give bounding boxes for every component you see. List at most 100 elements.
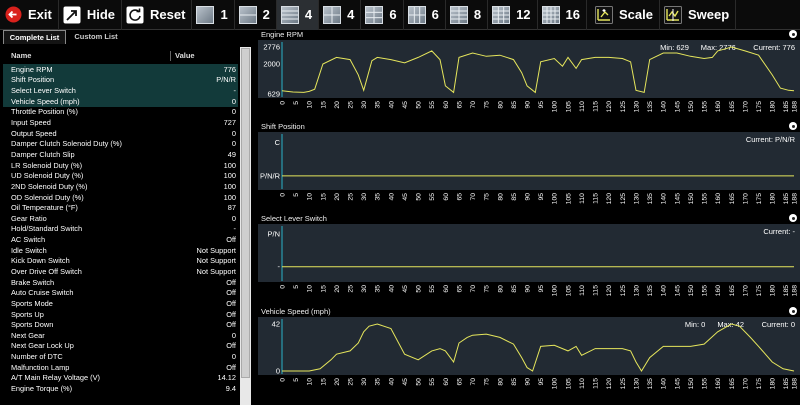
grid-12-icon [492, 5, 511, 24]
x-tick-label: 90 [525, 193, 532, 201]
sweep-button[interactable]: Sweep [660, 0, 737, 30]
x-tick-label: 180 [770, 378, 777, 390]
list-item[interactable]: Over Drive Off Switch Not Support [3, 266, 238, 277]
list-item[interactable]: Hold/Standard Switch - [3, 224, 238, 235]
reset-label: Reset [150, 7, 186, 22]
layout-button-9[interactable]: 16 [538, 0, 588, 30]
list-item[interactable]: LR Solenoid Duty (%) 100 [3, 160, 238, 171]
x-tick-label: 115 [593, 378, 600, 389]
layout-button-2[interactable]: 2 [235, 0, 277, 30]
list-item[interactable]: Damper Clutch Solenoid Duty (%) 0 [3, 138, 238, 149]
list-item[interactable]: Gear Ratio 0 [3, 213, 238, 224]
list-item[interactable]: UD Solenoid Duty (%) 100 [3, 170, 238, 181]
parameter-value: Off [226, 362, 236, 372]
layout-button-3[interactable]: 4 [276, 0, 320, 30]
grid-4-stack-icon [280, 5, 299, 24]
list-item[interactable]: Number of DTC 0 [3, 351, 238, 362]
list-item[interactable]: Shift Position P/N/R [3, 74, 238, 86]
layout-button-6[interactable]: 6 [404, 0, 446, 30]
y-tick-label: 0 [276, 367, 280, 376]
list-item[interactable]: Next Gear Lock Up Off [3, 341, 238, 352]
x-tick-label: 15 [320, 101, 327, 109]
column-header-name[interactable]: Name [3, 51, 170, 61]
list-item[interactable]: Engine RPM 776 [3, 64, 238, 75]
exit-button[interactable]: Exit [0, 0, 59, 30]
list-item[interactable]: Brake Switch Off [3, 277, 238, 288]
list-item[interactable]: A/T Main Relay Voltage (V) 14.12 [3, 373, 238, 384]
x-tick-label: 125 [620, 378, 627, 390]
list-item[interactable]: AC Switch Off [3, 234, 238, 245]
hide-button[interactable]: Hide [59, 0, 123, 30]
x-tick-label: 40 [388, 378, 395, 386]
grid-6-wide-icon [407, 5, 426, 24]
list-item[interactable]: OD Solenoid Duty (%) 100 [3, 192, 238, 203]
layout-buttons: 1 2 4 4 6 6 8 12 16 [192, 0, 588, 30]
x-tick-label: 0 [279, 378, 286, 382]
list-item[interactable]: Sports Up Off [3, 309, 238, 320]
x-tick-label: 90 [525, 378, 532, 386]
tab-custom-list[interactable]: Custom List [66, 30, 126, 44]
x-tick-label: 80 [497, 193, 504, 201]
layout-button-4[interactable]: 4 [319, 0, 362, 30]
x-tick-label: 135 [647, 378, 654, 390]
list-item[interactable]: Oil Temperature (°F) 87 [3, 202, 238, 213]
list-item[interactable]: Select Lever Switch - [3, 85, 238, 96]
list-item[interactable]: Input Speed 727 [3, 117, 238, 128]
x-tick-label: 70 [470, 193, 477, 201]
layout-button-1[interactable]: 1 [192, 0, 235, 30]
parameter-value: 100 [223, 160, 236, 170]
list-item[interactable]: Sports Mode Off [3, 298, 238, 309]
layout-button-5[interactable]: 6 [361, 0, 404, 30]
list-item[interactable]: Damper Clutch Slip 49 [3, 149, 238, 160]
layout-button-7[interactable]: 8 [446, 0, 489, 30]
list-item[interactable]: Output Speed 0 [3, 128, 238, 139]
exit-label: Exit [28, 7, 52, 22]
x-tick-label: 85 [511, 101, 518, 109]
y-tick-label: 2000 [263, 59, 280, 68]
parameter-name: Gear Ratio [11, 213, 47, 223]
x-tick-label: 5 [293, 378, 300, 382]
list-item[interactable]: Engine Torque (%) 9.4 [3, 383, 238, 394]
grid-16-icon [541, 5, 560, 24]
x-tick-label: 120 [606, 101, 613, 113]
x-tick-label: 180 [770, 193, 777, 205]
list-item[interactable]: Auto Cruise Switch Off [3, 287, 238, 298]
x-tick-label: 90 [525, 285, 532, 293]
x-tick-label: 95 [538, 378, 545, 386]
list-scrollbar-thumb[interactable] [241, 48, 250, 378]
parameter-value: Off [226, 320, 236, 330]
x-tick-label: 120 [606, 285, 613, 297]
x-tick-label: 50 [416, 193, 423, 201]
list-item[interactable]: Idle Switch Not Support [3, 245, 238, 256]
list-item[interactable]: Malfunction Lamp Off [3, 362, 238, 373]
list-item[interactable]: Next Gear 0 [3, 330, 238, 341]
layout-button-8[interactable]: 12 [488, 0, 538, 30]
reset-button[interactable]: Reset [122, 0, 193, 30]
x-tick-label: 10 [307, 193, 314, 201]
list-item[interactable]: Vehicle Speed (mph) 0 [3, 95, 238, 107]
parameter-value: P/N/R [216, 75, 236, 85]
y-tick-label: 629 [267, 90, 280, 99]
column-header-value[interactable]: Value [170, 51, 238, 61]
list-item[interactable]: Sports Down Off [3, 319, 238, 330]
parameter-list: Engine RPM 776 Shift Position P/N/R Select L… [3, 64, 238, 394]
exit-icon [4, 6, 22, 24]
list-scrollbar[interactable] [240, 47, 251, 405]
data-list-pane: Complete List Custom List Name Value Eng… [0, 30, 253, 405]
list-item[interactable]: 2ND Solenoid Duty (%) 100 [3, 181, 238, 192]
x-tick-label: 135 [647, 285, 654, 297]
x-tick-label: 125 [620, 285, 627, 297]
x-tick-label: 140 [661, 378, 668, 390]
parameter-value: Not Support [196, 266, 236, 276]
parameter-name: Throttle Position (%) [11, 107, 78, 117]
parameter-name: Engine Torque (%) [11, 384, 73, 394]
x-tick-label: 85 [511, 378, 518, 386]
list-item[interactable]: Kick Down Switch Not Support [3, 256, 238, 267]
scale-button[interactable]: Scale [591, 0, 660, 30]
x-tick-label: 45 [402, 378, 409, 386]
layout-label: 4 [347, 7, 355, 22]
x-tick-label: 90 [525, 101, 532, 109]
list-item[interactable]: Throttle Position (%) 0 [3, 107, 238, 118]
tab-complete-list[interactable]: Complete List [3, 30, 66, 44]
grid-4-icon [323, 5, 342, 24]
